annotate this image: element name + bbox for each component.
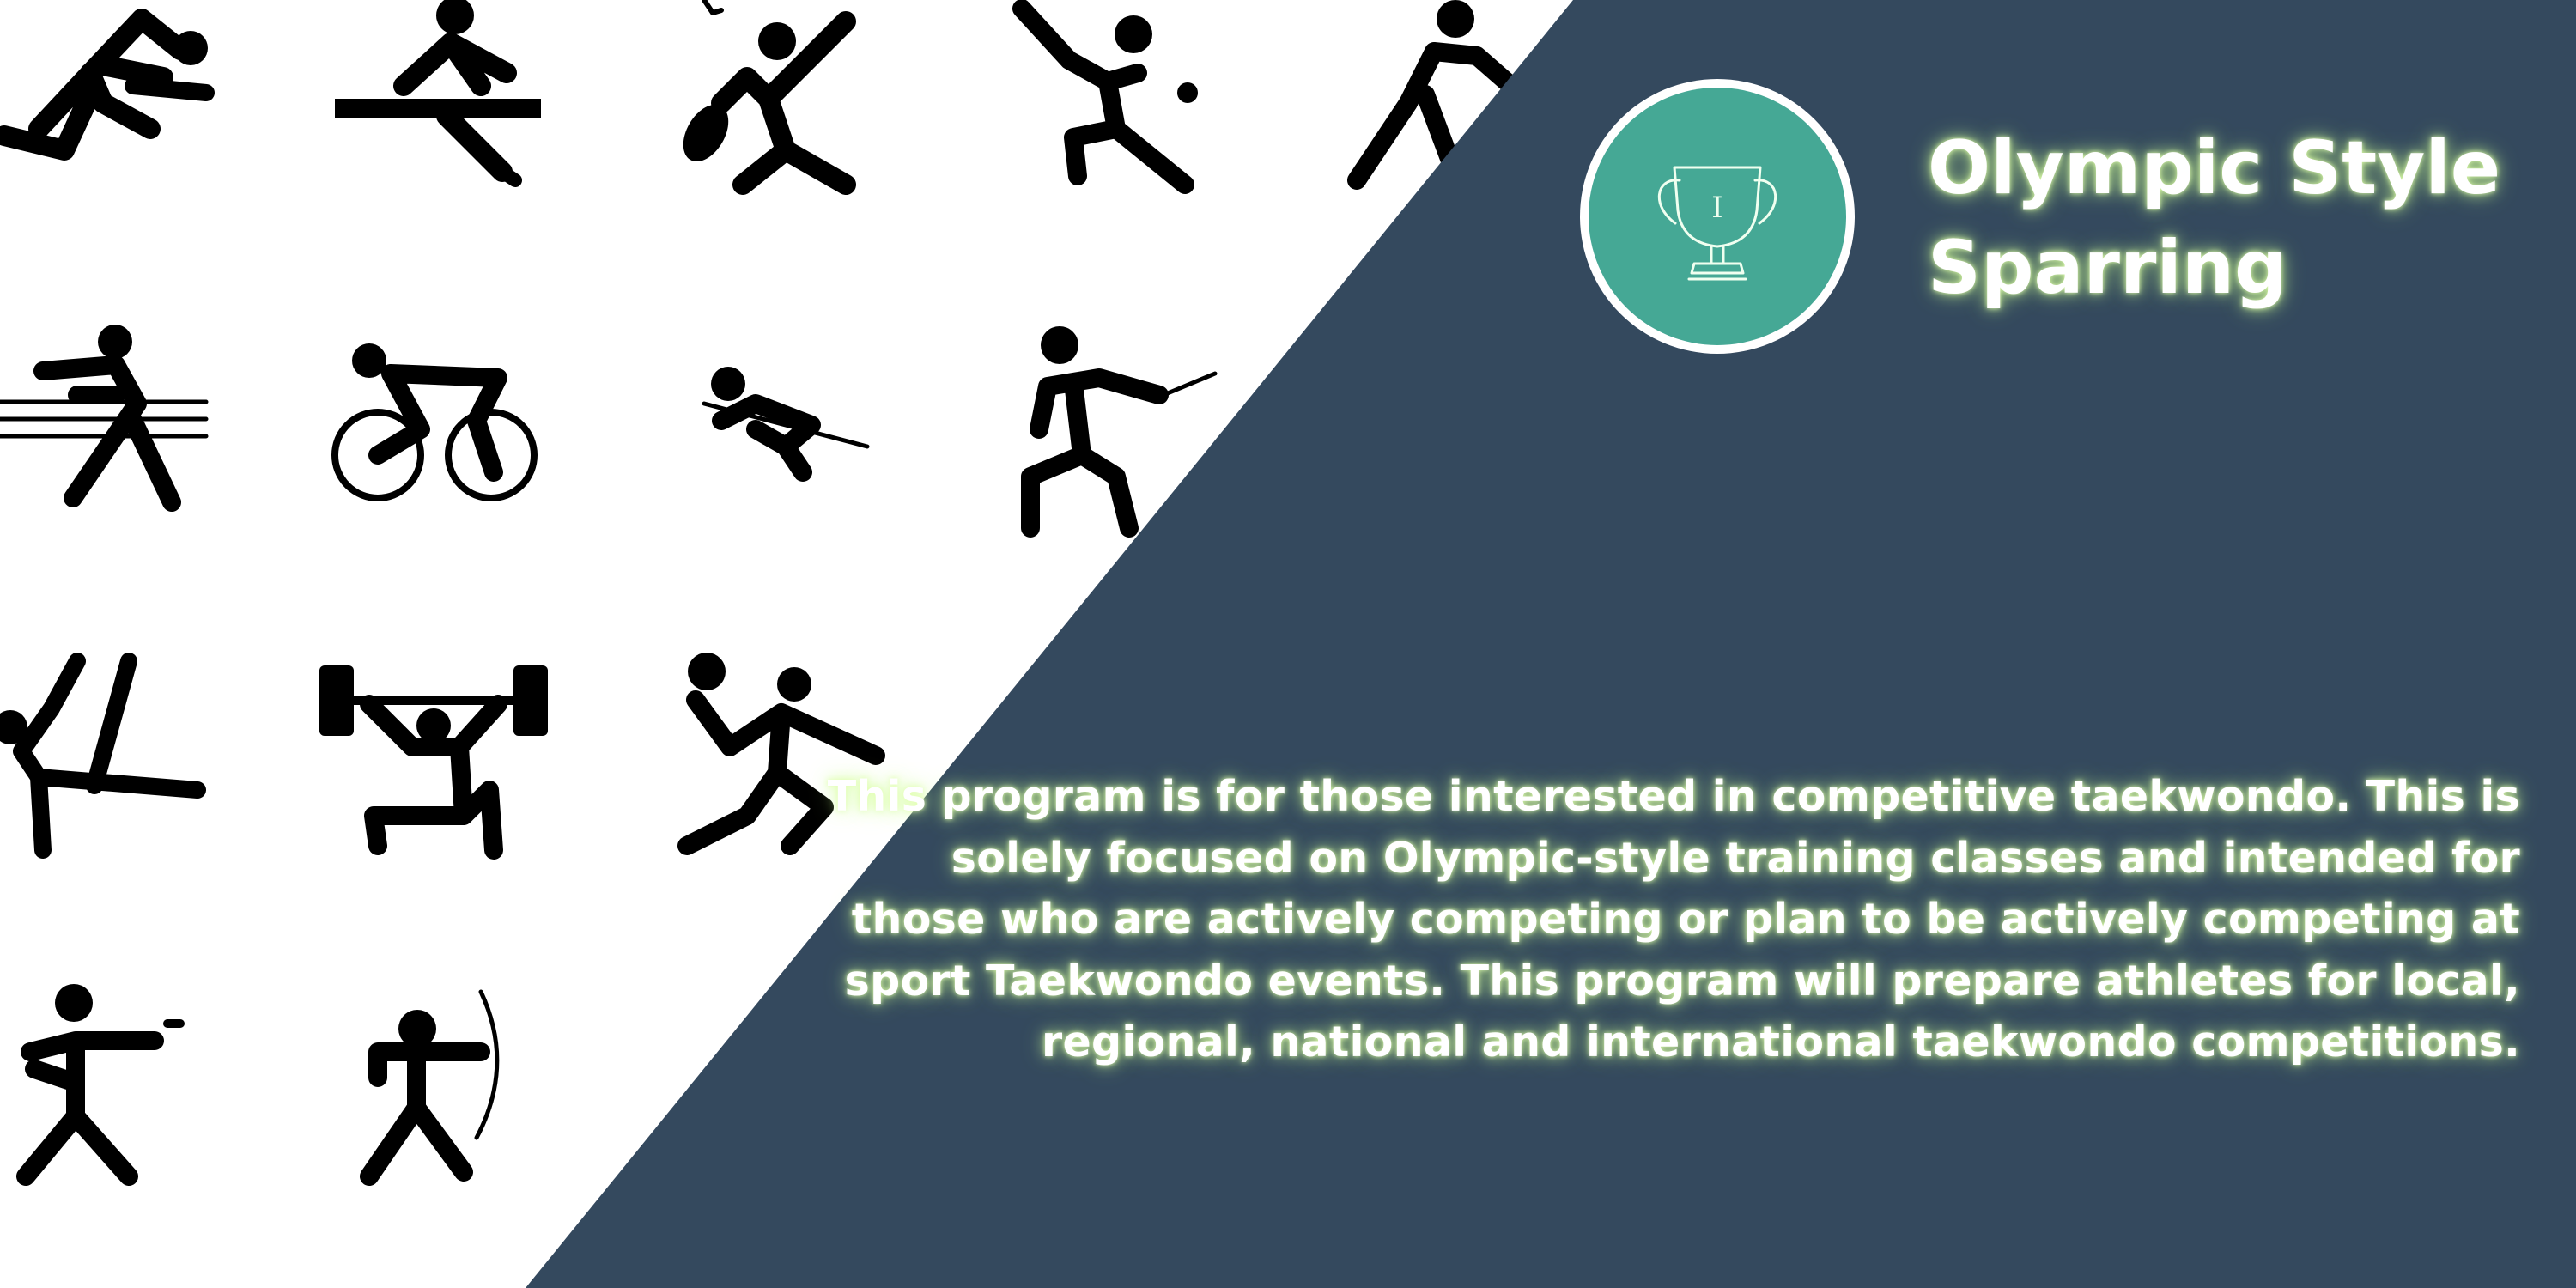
trophy-badge: I <box>1580 79 1855 354</box>
program-description: This program is for those interested in … <box>827 772 2520 1066</box>
banner: I Olympic Style Sparring This program is… <box>0 0 2576 1288</box>
program-title: Olympic Style Sparring <box>1928 125 2501 311</box>
trophy-initial: I <box>1711 191 1722 225</box>
